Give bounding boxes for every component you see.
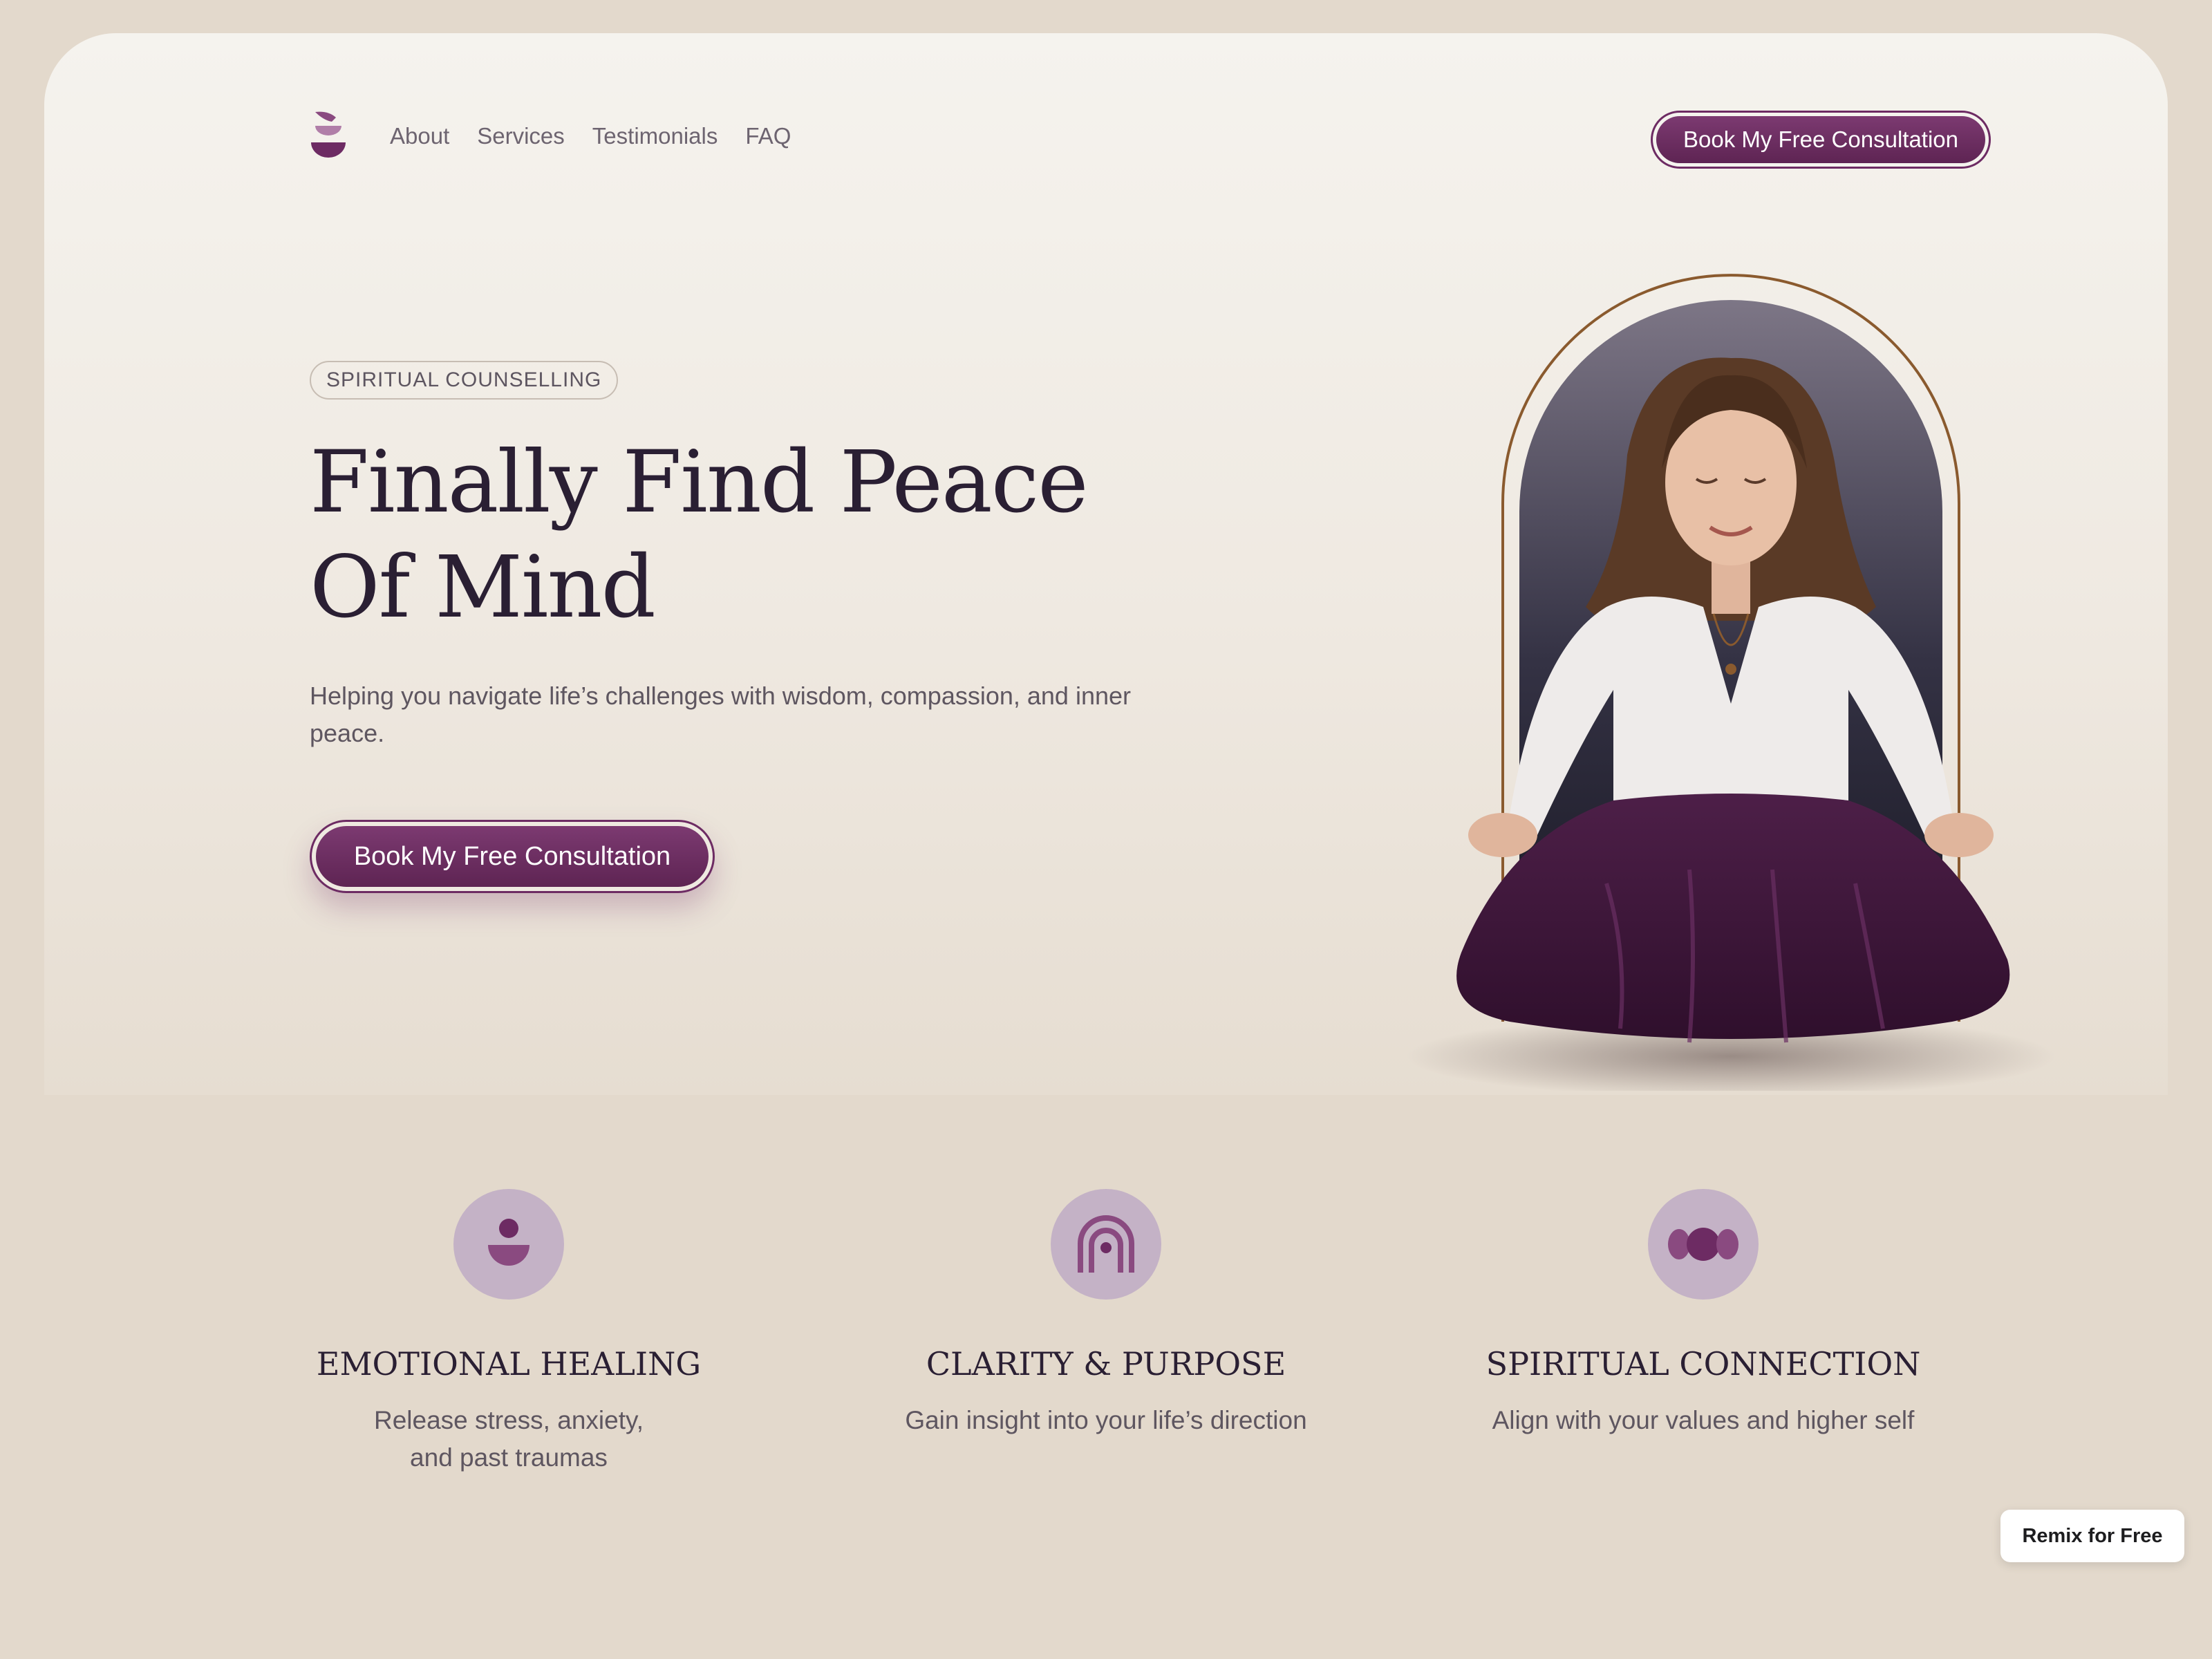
hero-subtitle: Helping you navigate life’s challenges w… (310, 682, 1131, 747)
nav-link-testimonials[interactable]: Testimonials (592, 123, 718, 149)
nav-book-consultation-button[interactable]: Book My Free Consultation (1651, 111, 1991, 169)
nav-link-services[interactable]: Services (477, 123, 565, 149)
feature-description-line1: Gain insight into your life’s direction (905, 1406, 1307, 1434)
next-section-arch-decoration (539, 1645, 733, 1659)
hero-card: About Services Testimonials FAQ Book My … (44, 33, 2168, 1095)
feature-title: CLARITY & PURPOSE (926, 1345, 1286, 1382)
emotional-healing-icon (453, 1189, 564, 1300)
feature-emotional-healing: EMOTIONAL HEALING Release stress, anxiet… (232, 1189, 785, 1477)
feature-description: Gain insight into your life’s direction (830, 1402, 1382, 1439)
logo-icon[interactable] (310, 111, 347, 169)
feature-clarity-purpose: CLARITY & PURPOSE Gain insight into your… (830, 1189, 1382, 1439)
feature-title: EMOTIONAL HEALING (316, 1345, 702, 1382)
feature-description: Release stress, anxiety, and past trauma… (232, 1402, 785, 1477)
feature-description-line1: Release stress, anxiety, (373, 1406, 644, 1434)
feature-spiritual-connection: SPIRITUAL CONNECTION Align with your val… (1427, 1189, 1980, 1439)
spiritual-counselling-badge: SPIRITUAL COUNSELLING (310, 361, 619, 400)
remix-for-free-button[interactable]: Remix for Free (2000, 1510, 2184, 1562)
hero-title: Finally Find Peace Of Mind (310, 433, 1089, 637)
nav-link-about[interactable]: About (390, 123, 449, 149)
nav-link-faq[interactable]: FAQ (745, 123, 791, 149)
spiritual-connection-icon (1648, 1189, 1759, 1300)
feature-description-line1: Align with your values and higher self (1492, 1406, 1915, 1434)
hero-book-consultation-label: Book My Free Consultation (316, 826, 709, 887)
feature-title: SPIRITUAL CONNECTION (1485, 1345, 1921, 1382)
meditating-woman-arch-image (1406, 274, 2056, 1091)
clarity-arch-icon (1051, 1189, 1161, 1300)
main-nav: About Services Testimonials FAQ (390, 123, 791, 149)
feature-description-line2: and past traumas (410, 1443, 608, 1472)
feature-description: Align with your values and higher self (1427, 1402, 1980, 1439)
nav-book-consultation-label: Book My Free Consultation (1656, 116, 1985, 163)
hero-book-consultation-button[interactable]: Book My Free Consultation (310, 820, 715, 893)
